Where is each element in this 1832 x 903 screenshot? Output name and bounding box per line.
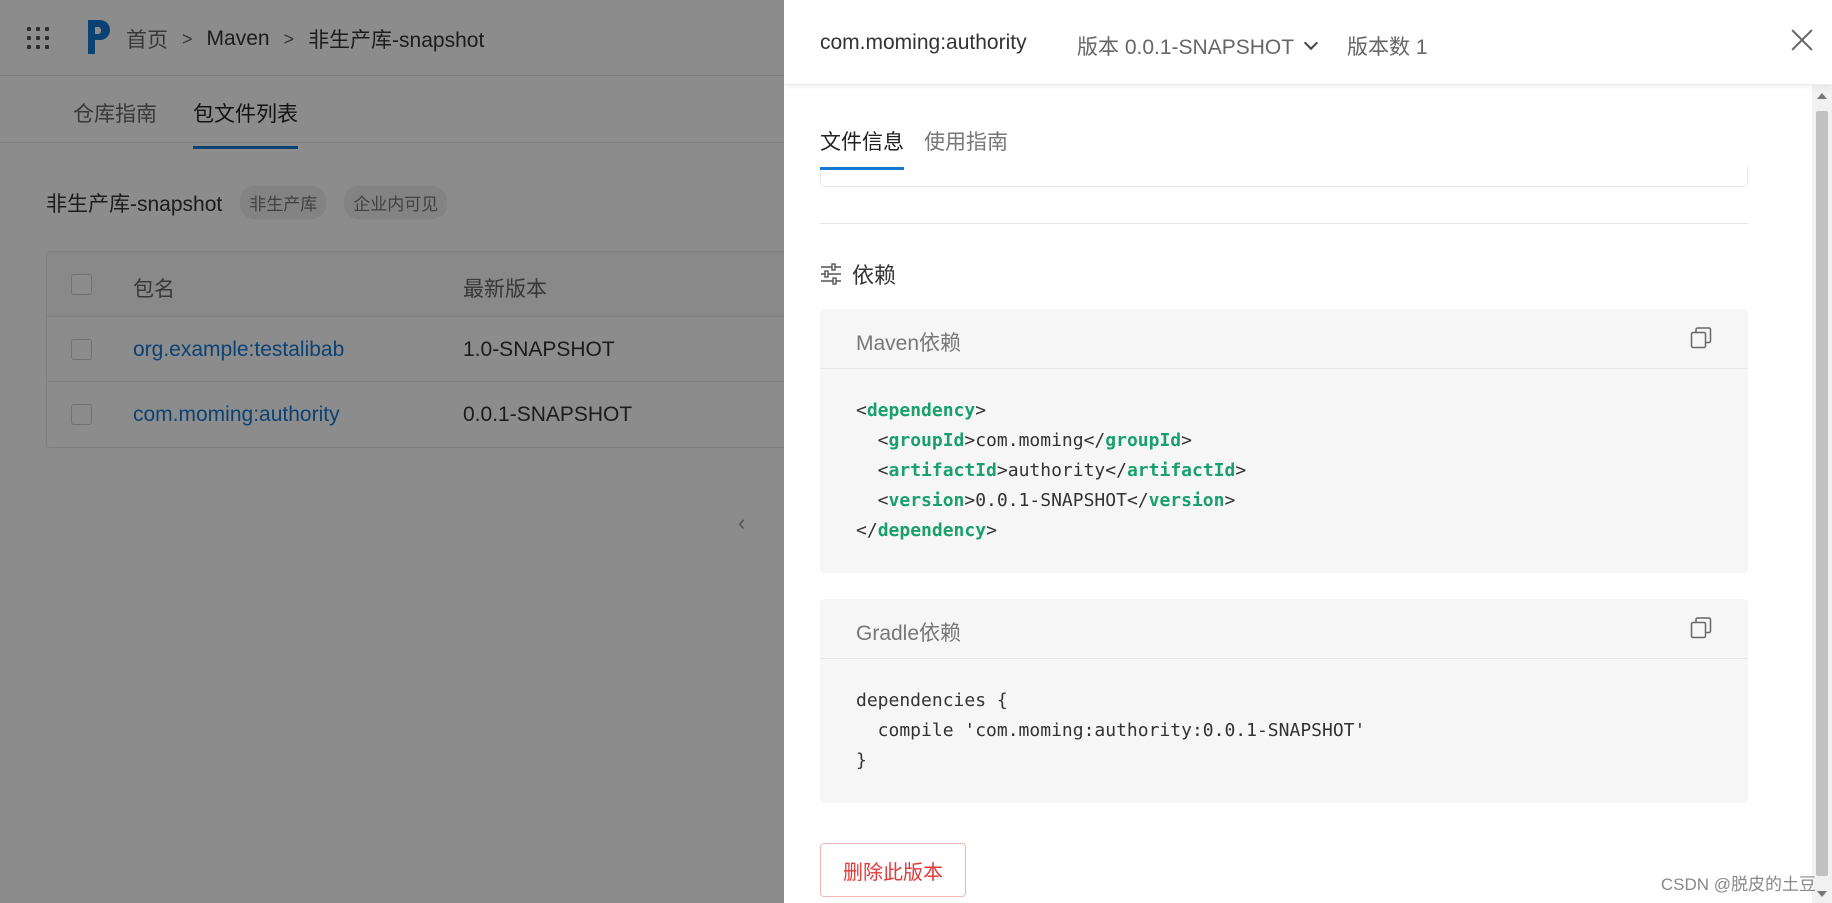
maven-code-block: <dependency> <groupId>com.moming</groupI… <box>856 400 1247 541</box>
version-select-label: 版本 0.0.1-SNAPSHOT <box>1077 36 1295 59</box>
dependencies-label: 依赖 <box>852 263 897 288</box>
gradle-card-header: Gradle依赖 <box>820 599 1748 659</box>
drawer-scrollbar[interactable] <box>1812 85 1832 903</box>
divider <box>820 223 1748 224</box>
sliders-icon <box>821 263 841 285</box>
scroll-up-arrow-icon[interactable] <box>1817 93 1827 99</box>
version-count: 版本数 1 <box>1347 36 1428 59</box>
maven-card-header: Maven依赖 <box>820 309 1748 369</box>
tab-file-info[interactable]: 文件信息 <box>820 126 904 156</box>
drawer-body: 文件信息 使用指南 依赖 Maven依赖 <dependency> <group… <box>784 85 1812 903</box>
chevron-down-icon <box>1303 35 1319 51</box>
gradle-code-block: dependencies { compile 'com.moming:autho… <box>856 690 1366 771</box>
maven-dependency-card: Maven依赖 <dependency> <groupId>com.moming… <box>820 309 1748 573</box>
maven-card-title: Maven依赖 <box>856 332 962 355</box>
delete-version-button[interactable]: 删除此版本 <box>820 843 966 897</box>
gradle-dependency-card: Gradle依赖 dependencies { compile 'com.mom… <box>820 599 1748 803</box>
dependencies-section-title: 依赖 <box>820 258 896 290</box>
drawer-tabs: 文件信息 使用指南 <box>820 126 1748 167</box>
scroll-thumb[interactable] <box>1816 111 1828 876</box>
gradle-card-title: Gradle依赖 <box>856 622 962 645</box>
close-icon[interactable] <box>1790 28 1814 52</box>
tab-usage-guide[interactable]: 使用指南 <box>924 126 1008 156</box>
scroll-down-arrow-icon[interactable] <box>1817 891 1827 897</box>
drawer-package-name: com.moming:authority <box>820 31 1027 54</box>
version-select[interactable]: 版本 0.0.1-SNAPSHOT <box>1077 31 1319 61</box>
drawer-header: com.moming:authority 版本 0.0.1-SNAPSHOT 版… <box>784 0 1832 85</box>
active-tab-indicator <box>820 167 904 170</box>
package-detail-drawer: com.moming:authority 版本 0.0.1-SNAPSHOT 版… <box>784 0 1832 903</box>
watermark: CSDN @脱皮的土豆 <box>1660 875 1816 894</box>
copy-icon[interactable] <box>1690 617 1712 639</box>
copy-icon[interactable] <box>1690 327 1712 349</box>
